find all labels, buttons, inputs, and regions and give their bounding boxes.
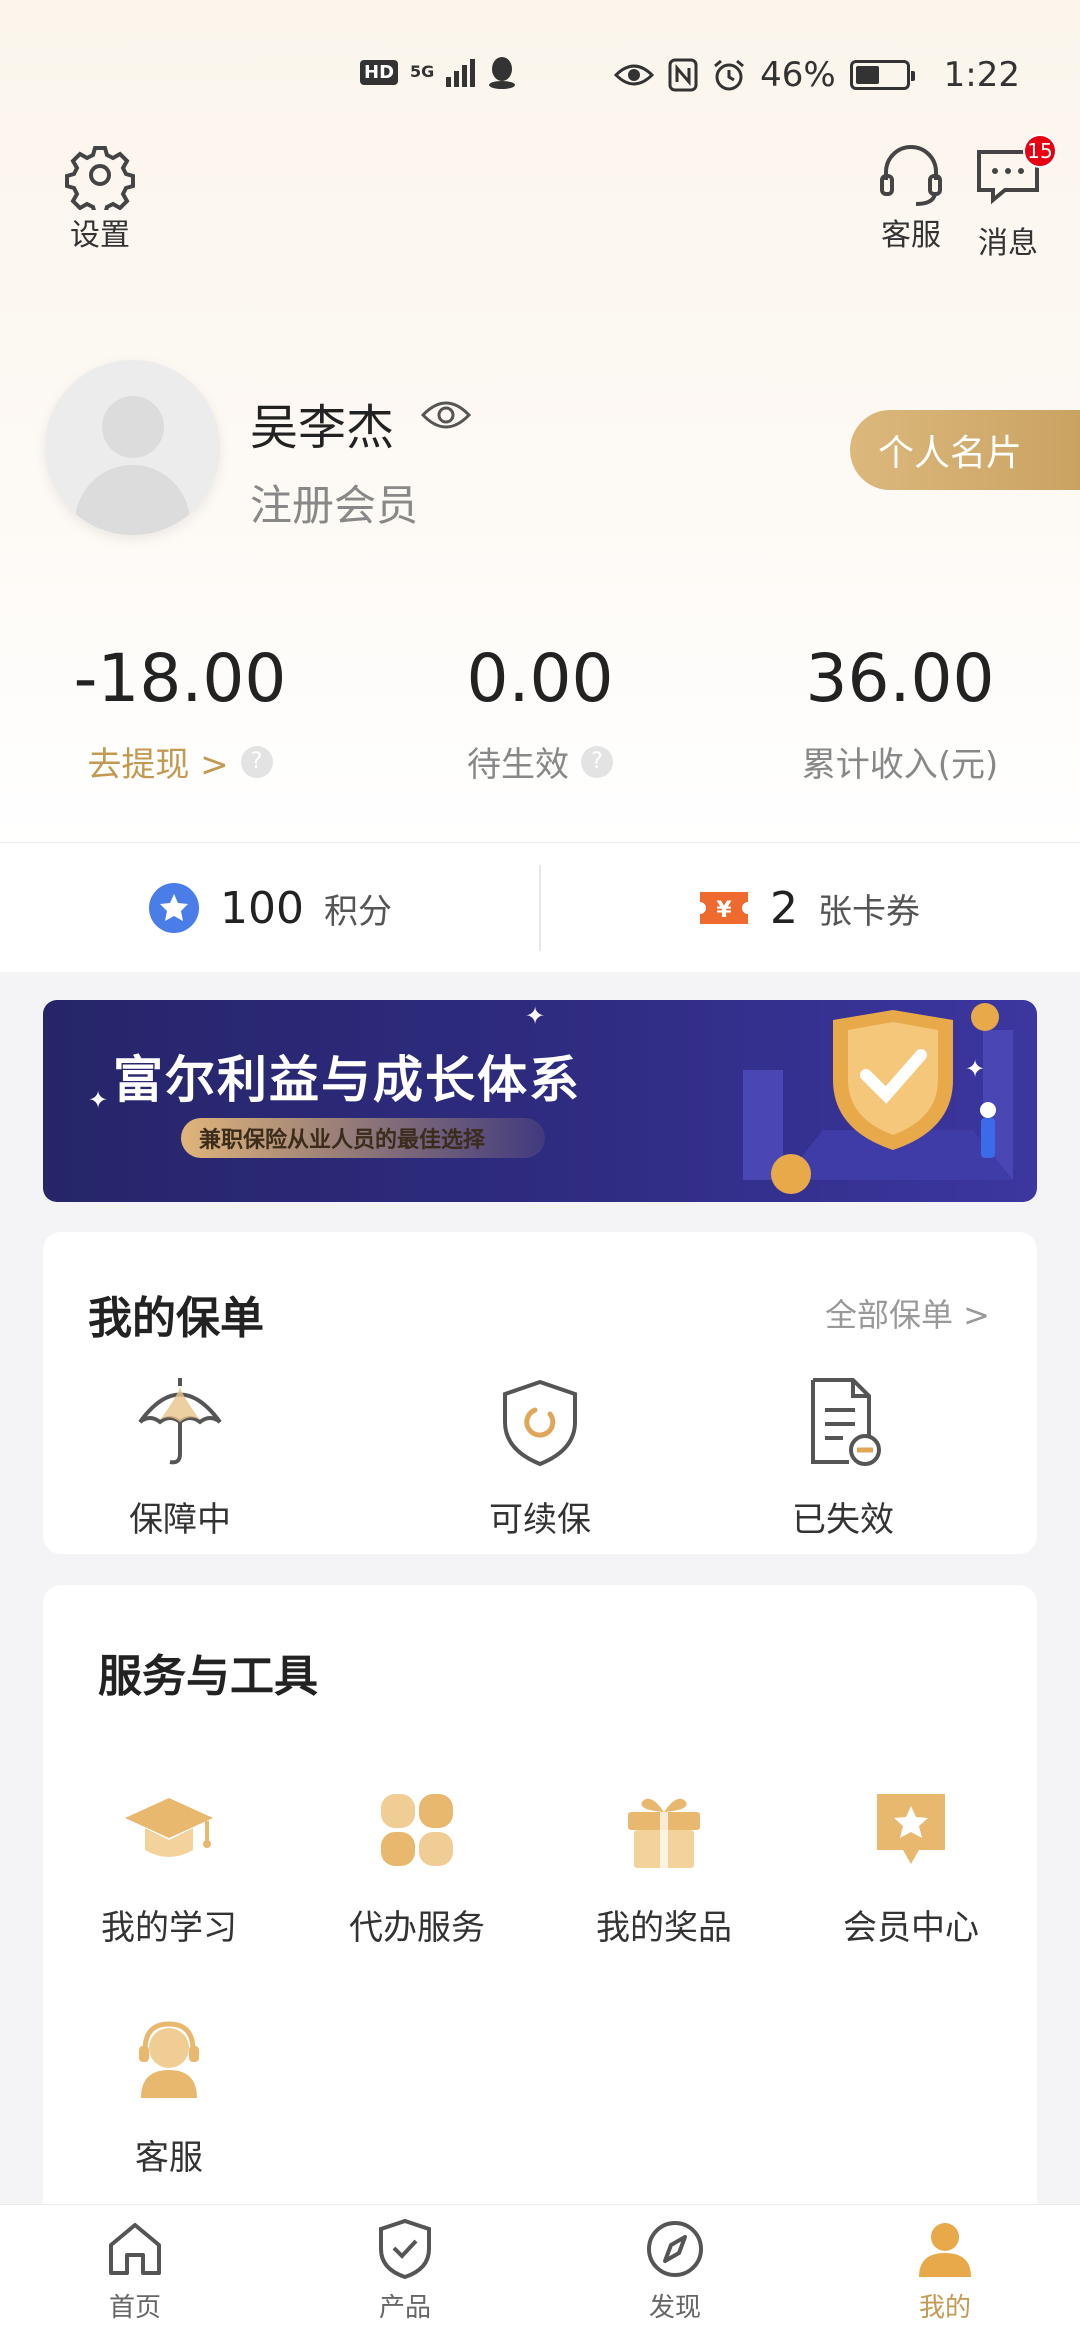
hd-icon: HD <box>360 59 399 85</box>
coupon-icon-text: ¥ <box>716 898 732 923</box>
qq-icon <box>489 57 516 89</box>
tab-discover[interactable]: 发现 <box>605 2215 745 2324</box>
tab-home[interactable]: 首页 <box>65 2215 205 2324</box>
messages-button[interactable]: 15 消息 <box>973 134 1057 262</box>
graduation-cap-icon <box>125 1798 213 1857</box>
stat-label: 累计收入(元) <box>801 745 999 785</box>
policy-active-label: 保障中 <box>129 1500 231 1540</box>
policy-expired[interactable]: 已失效 <box>743 1372 943 1541</box>
customer-service-button[interactable]: 客服 <box>876 140 946 254</box>
service-member-center[interactable]: 会员中心 <box>811 1780 1011 1949</box>
business-card-button[interactable]: 个人名片 <box>850 410 1080 490</box>
sparkle-icon: ✦ <box>525 1002 546 1030</box>
promo-banner[interactable]: 富尔利益与成长体系 兼职保险从业人员的最佳选择 ✦ ✦ ✦ <box>43 1000 1037 1202</box>
message-count-badge: 15 <box>1023 134 1057 168</box>
gift-icon <box>628 1798 700 1868</box>
stat-withdrawable[interactable]: -18.00 去提现 >? <box>50 640 310 786</box>
withdraw-link[interactable]: 去提现 > <box>87 737 228 786</box>
service-my-prizes[interactable]: 我的奖品 <box>564 1780 764 1949</box>
avatar-body <box>75 465 190 535</box>
services-title: 服务与工具 <box>98 1651 318 1702</box>
messages-label: 消息 <box>978 226 1038 261</box>
shield-icon <box>503 1379 577 1467</box>
policy-expired-label: 已失效 <box>792 1500 894 1540</box>
sparkle-icon: ✦ <box>88 1086 109 1114</box>
points-entry[interactable]: 100 积分 <box>148 843 392 973</box>
umbrella-icon <box>138 1378 222 1465</box>
document-expired-icon <box>811 1378 881 1466</box>
settings-button[interactable]: 设置 <box>65 140 135 254</box>
bottom-tab-bar: 首页 产品 发现 我的 <box>0 2204 1080 2340</box>
policies-title: 我的保单 <box>88 1293 264 1344</box>
services-card: 服务与工具 我的学习 代办服务 我的奖品 会员中心 客服 <box>43 1585 1037 2225</box>
member-level: 注册会员 <box>250 481 419 530</box>
policy-renewable[interactable]: 可续保 <box>440 1372 640 1541</box>
customer-service-icon <box>139 2021 199 2098</box>
service-agent[interactable]: 代办服务 <box>317 1780 517 1949</box>
customer-service-label: 客服 <box>881 218 941 253</box>
shield-check-icon <box>379 2218 431 2280</box>
service-customer-service[interactable]: 客服 <box>69 2010 269 2179</box>
coupons-entry[interactable]: ¥ 2 张卡券 <box>698 843 920 973</box>
points-value: 100 <box>220 882 304 934</box>
service-label: 会员中心 <box>843 1908 979 1948</box>
service-label: 代办服务 <box>349 1908 485 1948</box>
stat-pending: 0.00 待生效? <box>410 640 670 786</box>
shield-illustration <box>743 1003 1013 1194</box>
policies-card: 我的保单 全部保单 > 保障中 可续保 已失效 <box>43 1232 1037 1554</box>
clock: 1:22 <box>943 55 1020 95</box>
policy-renewable-label: 可续保 <box>489 1500 591 1540</box>
user-name: 吴李杰 <box>250 400 395 456</box>
tab-label: 发现 <box>648 2293 701 2323</box>
alarm-icon <box>714 59 745 91</box>
eye-icon[interactable] <box>420 395 472 435</box>
help-icon[interactable]: ? <box>581 745 613 778</box>
nfc-icon <box>668 58 698 92</box>
compass-icon <box>647 2221 703 2277</box>
tab-label: 我的 <box>918 2293 971 2323</box>
banner-title: 富尔利益与成长体系 <box>113 1051 581 1109</box>
policy-active[interactable]: 保障中 <box>80 1372 280 1541</box>
stat-value: 36.00 <box>805 640 995 717</box>
stat-value: 0.00 <box>466 640 614 717</box>
network-label: 5G <box>410 62 435 81</box>
member-star-icon <box>877 1794 945 1864</box>
avatar[interactable] <box>45 360 220 535</box>
signal-icon <box>446 57 476 87</box>
status-bar: HD 5G 46% 1:22 <box>0 55 1080 105</box>
clover-icon <box>381 1794 453 1866</box>
stat-value: -18.00 <box>73 640 287 717</box>
points-label: 积分 <box>323 891 392 932</box>
tab-products[interactable]: 产品 <box>335 2215 475 2324</box>
tab-label: 首页 <box>108 2293 161 2323</box>
gear-icon <box>65 146 135 210</box>
divider <box>539 865 541 951</box>
home-icon <box>109 2223 161 2275</box>
tab-mine[interactable]: 我的 <box>875 2215 1015 2324</box>
avatar-head <box>102 396 164 458</box>
battery-percent: 46% <box>760 55 836 95</box>
banner-subtitle: 兼职保险从业人员的最佳选择 <box>181 1118 546 1158</box>
points-bar: 100 积分 ¥ 2 张卡券 <box>0 842 1080 972</box>
service-label: 我的学习 <box>101 1908 237 1948</box>
tab-label: 产品 <box>378 2293 431 2323</box>
all-policies-link[interactable]: 全部保单 > <box>825 1290 990 1336</box>
battery-icon <box>849 60 915 90</box>
service-label: 客服 <box>135 2138 203 2178</box>
coupon-icon: ¥ <box>700 892 748 924</box>
eye-comfort-icon <box>614 64 655 86</box>
settings-label: 设置 <box>70 218 130 253</box>
stat-label: 待生效 <box>467 745 569 785</box>
points-icon <box>149 883 199 933</box>
help-icon[interactable]: ? <box>240 745 273 778</box>
service-my-learning[interactable]: 我的学习 <box>69 1780 269 1949</box>
stat-total-income: 36.00 累计收入(元) <box>770 640 1030 786</box>
coupons-label: 张卡券 <box>818 891 920 932</box>
coupons-value: 2 <box>770 882 798 934</box>
user-icon <box>919 2223 971 2277</box>
headset-icon <box>880 145 942 206</box>
service-label: 我的奖品 <box>596 1908 732 1948</box>
